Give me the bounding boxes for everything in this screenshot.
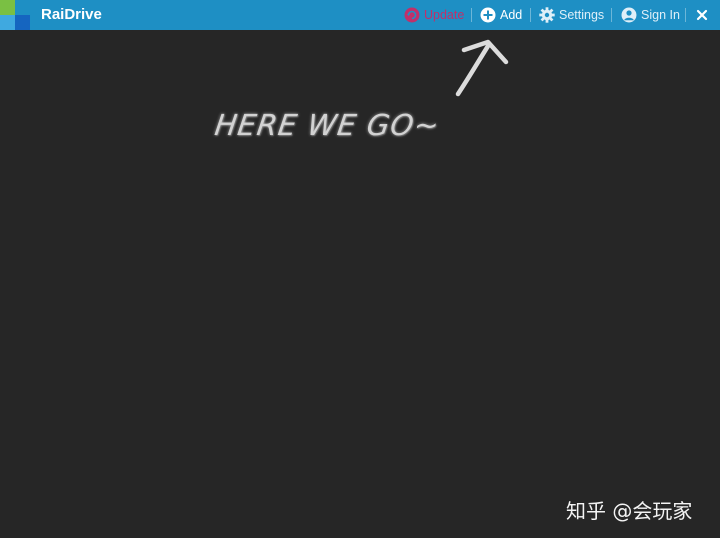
toolbar-divider (471, 8, 472, 22)
app-title: RaiDrive (41, 6, 102, 23)
add-button[interactable]: Add (480, 0, 522, 30)
update-button[interactable]: Update (404, 0, 466, 30)
annotation-text: HERE WE GO~ (212, 108, 443, 142)
toolbar-divider (685, 8, 686, 22)
toolbar-divider (611, 8, 612, 22)
plus-circle-icon (480, 7, 496, 23)
sign-in-label: Sign In (641, 8, 680, 22)
sign-in-button[interactable]: Sign In (621, 0, 681, 30)
settings-label: Settings (559, 8, 605, 22)
title-bar: RaiDrive Update Add Settings Sign In (0, 0, 720, 30)
raidrive-logo (0, 0, 30, 30)
update-label: Update (424, 8, 465, 22)
add-label: Add (500, 8, 523, 22)
hand-drawn-arrow (455, 39, 509, 97)
close-button[interactable] (690, 0, 714, 30)
user-circle-icon (621, 7, 637, 23)
drive-list-area (0, 30, 720, 538)
close-icon (696, 9, 708, 21)
settings-button[interactable]: Settings (539, 0, 604, 30)
gear-icon (539, 7, 555, 23)
toolbar-divider (530, 8, 531, 22)
refresh-circle-icon (404, 7, 420, 23)
watermark: 知乎 @会玩家 (566, 499, 693, 523)
